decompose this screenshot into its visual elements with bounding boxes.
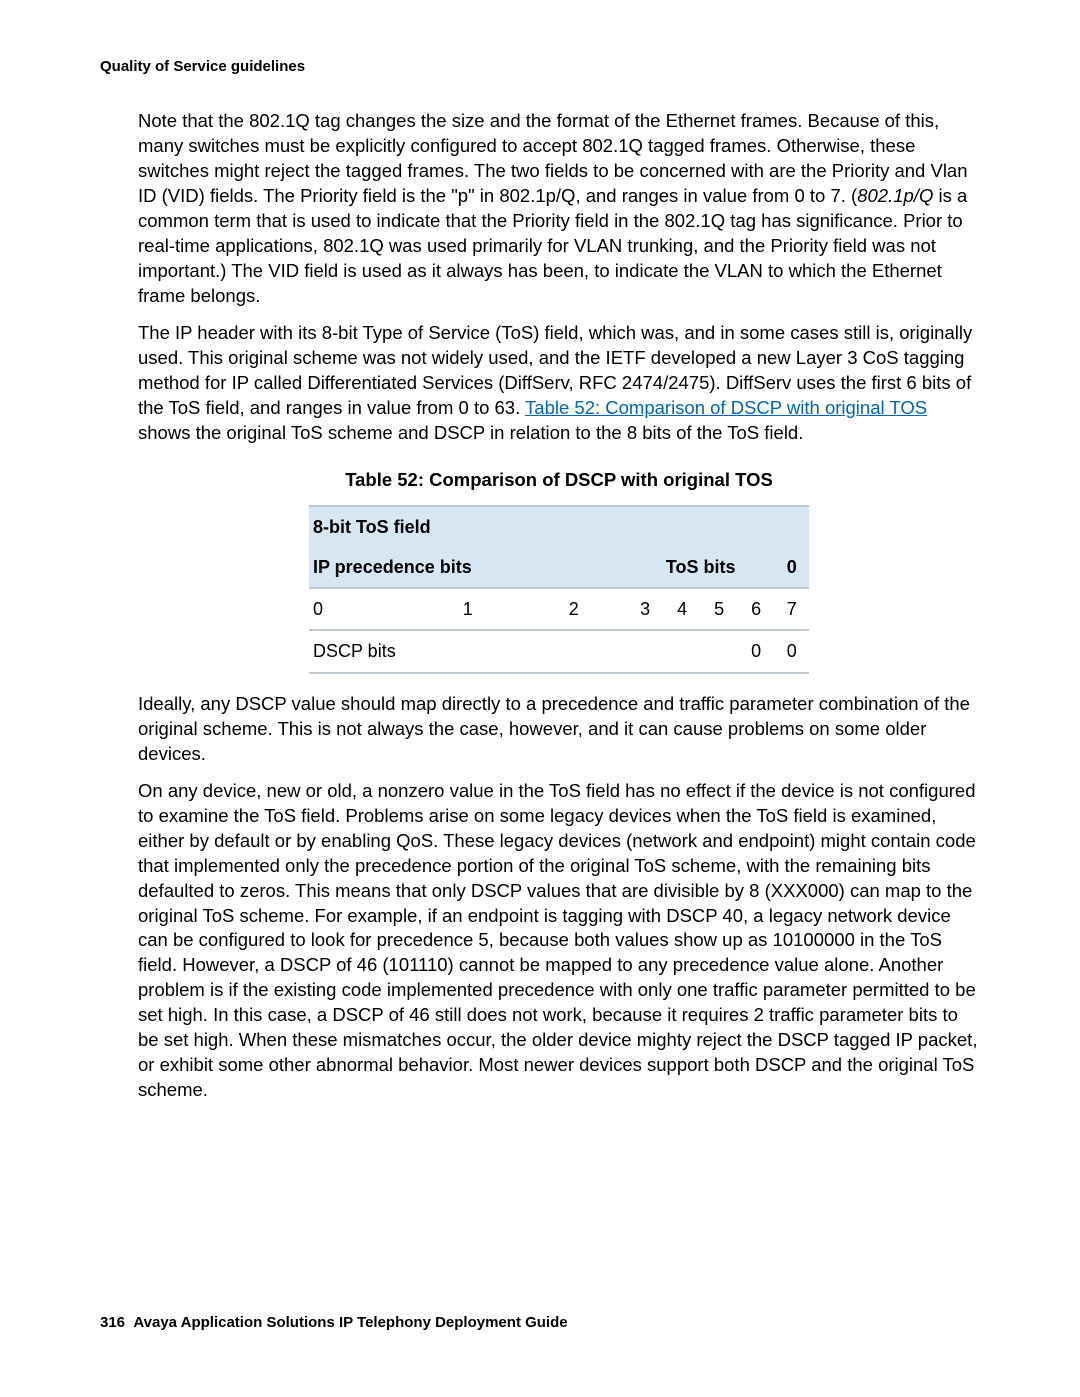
cell-dscp-0b: 0 [775, 630, 809, 672]
page-number: 316 [100, 1314, 125, 1331]
cell-zero: 0 [775, 547, 809, 588]
p1-text-a: Note that the 802.1Q tag changes the siz… [138, 110, 968, 206]
running-head: Quality of Service guidelines [100, 58, 980, 75]
cell-bit-1: 1 [415, 588, 521, 630]
cell-bit-4: 4 [664, 588, 701, 630]
footer-title: Avaya Application Solutions IP Telephony… [133, 1314, 567, 1331]
cell-dscp-bits: DSCP bits [309, 630, 738, 672]
paragraph-4: On any device, new or old, a nonzero val… [138, 779, 980, 1104]
p2-text-b: shows the original ToS scheme and DSCP i… [138, 422, 803, 443]
paragraph-1: Note that the 802.1Q tag changes the siz… [138, 109, 980, 309]
cell-bit-6: 6 [738, 588, 775, 630]
cell-bit-0: 0 [309, 588, 415, 630]
table-52-link[interactable]: Table 52: Comparison of DSCP with origin… [525, 397, 927, 418]
table-row: 0 1 2 3 4 5 6 7 [309, 588, 809, 630]
cell-bit-5: 5 [701, 588, 738, 630]
cell-8bit-tos: 8-bit ToS field [309, 506, 809, 547]
table-row: DSCP bits 0 0 [309, 630, 809, 672]
cell-bit-7: 7 [775, 588, 809, 630]
page: Quality of Service guidelines Note that … [0, 0, 1080, 1397]
table-caption: Table 52: Comparison of DSCP with origin… [138, 468, 980, 493]
cell-bit-2: 2 [521, 588, 627, 630]
paragraph-2: The IP header with its 8-bit Type of Ser… [138, 321, 980, 446]
cell-dscp-0a: 0 [738, 630, 775, 672]
cell-ip-precedence: IP precedence bits [309, 547, 627, 588]
table-row: IP precedence bits ToS bits 0 [309, 547, 809, 588]
paragraph-3: Ideally, any DSCP value should map direc… [138, 692, 980, 767]
cell-bit-3: 3 [627, 588, 664, 630]
page-footer: 316 Avaya Application Solutions IP Telep… [100, 1314, 568, 1331]
cell-tos-bits: ToS bits [627, 547, 775, 588]
body-text: Note that the 802.1Q tag changes the siz… [138, 109, 980, 1103]
table-row: 8-bit ToS field [309, 506, 809, 547]
table-52: 8-bit ToS field IP precedence bits ToS b… [309, 505, 809, 674]
p1-italic: 802.1p/Q [857, 185, 933, 206]
